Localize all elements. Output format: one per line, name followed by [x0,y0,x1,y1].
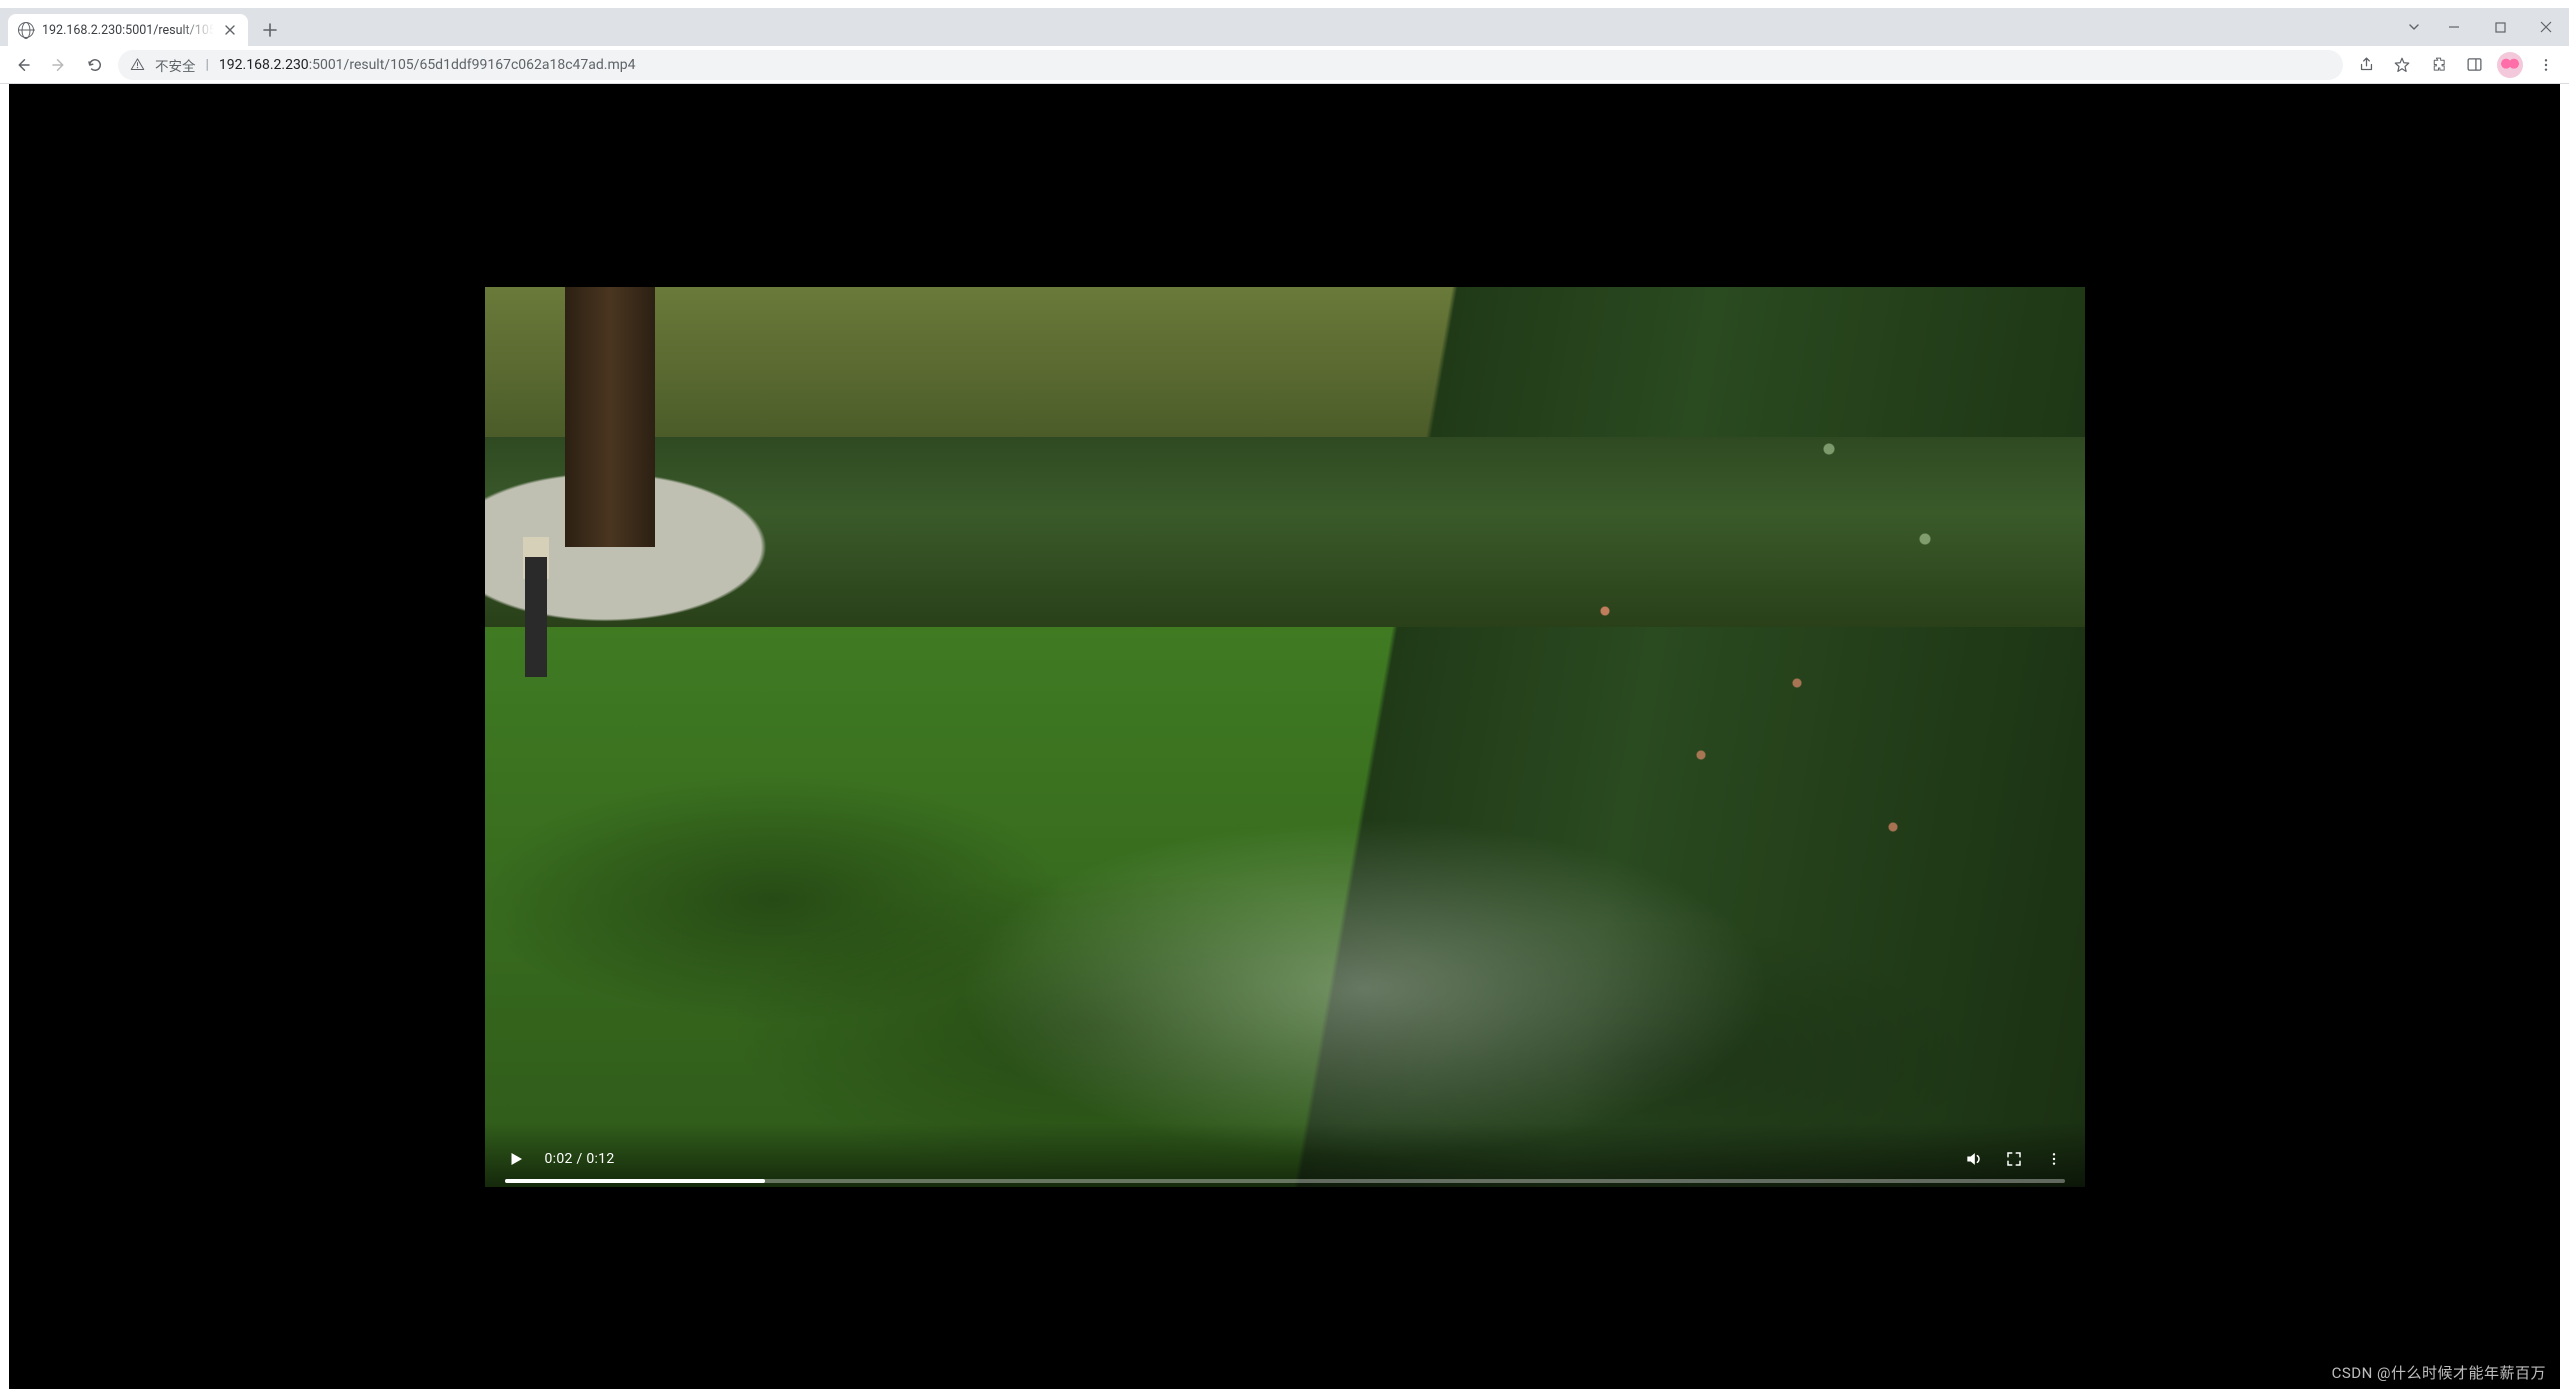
share-button[interactable] [2349,50,2383,80]
chrome-menu-button[interactable] [2529,50,2563,80]
tab-title: 192.168.2.230:5001/result/105 [42,23,214,38]
tab-search-button[interactable] [2397,11,2431,43]
video-time-display: 0:02 / 0:12 [545,1151,615,1167]
tab-close-button[interactable] [222,22,238,38]
window-close-button[interactable] [2523,11,2569,43]
side-panel-button[interactable] [2457,50,2491,80]
not-secure-icon [130,57,145,72]
globe-icon [18,22,34,38]
more-options-button[interactable] [2043,1148,2065,1170]
nav-forward-button[interactable] [42,50,76,80]
nav-back-button[interactable] [6,50,40,80]
browser-toolbar: 不安全 | 192.168.2.230:5001/result/105/65d1… [0,46,2569,84]
url-host: 192.168.2.230 [219,57,309,73]
window-controls [2397,8,2569,46]
video-still-frame [485,287,2085,1187]
video-player[interactable]: 0:02 / 0:12 [485,287,2085,1187]
address-url: 192.168.2.230:5001/result/105/65d1ddf991… [219,57,636,73]
video-progress-bar[interactable] [505,1179,2065,1183]
nav-reload-button[interactable] [78,50,112,80]
window-minimize-button[interactable] [2431,11,2477,43]
video-frame[interactable]: 0:02 / 0:12 [485,287,2085,1187]
window-maximize-button[interactable] [2477,11,2523,43]
bookmark-button[interactable] [2385,50,2419,80]
extensions-button[interactable] [2421,50,2455,80]
play-button[interactable] [505,1148,527,1170]
new-tab-button[interactable] [256,16,284,44]
profile-avatar[interactable] [2497,52,2523,78]
video-controls: 0:02 / 0:12 [485,1123,2085,1187]
window-titlebar [0,0,2569,8]
address-bar[interactable]: 不安全 | 192.168.2.230:5001/result/105/65d1… [118,50,2343,80]
address-separator: | [206,57,209,73]
url-path: :5001/result/105/65d1ddf99167c062a18c47a… [309,57,636,73]
browser-tab-active[interactable]: 192.168.2.230:5001/result/105 [8,14,248,46]
video-progress-fill [505,1179,766,1183]
volume-button[interactable] [1963,1148,1985,1170]
watermark-text: CSDN @什么时候才能年薪百万 [2332,1362,2546,1383]
page-content: 0:02 / 0:12 CSDN @什么时候才能年薪百万 [9,84,2560,1389]
fullscreen-button[interactable] [2003,1148,2025,1170]
tab-strip: 192.168.2.230:5001/result/105 [0,8,2569,46]
not-secure-label: 不安全 [155,55,196,75]
